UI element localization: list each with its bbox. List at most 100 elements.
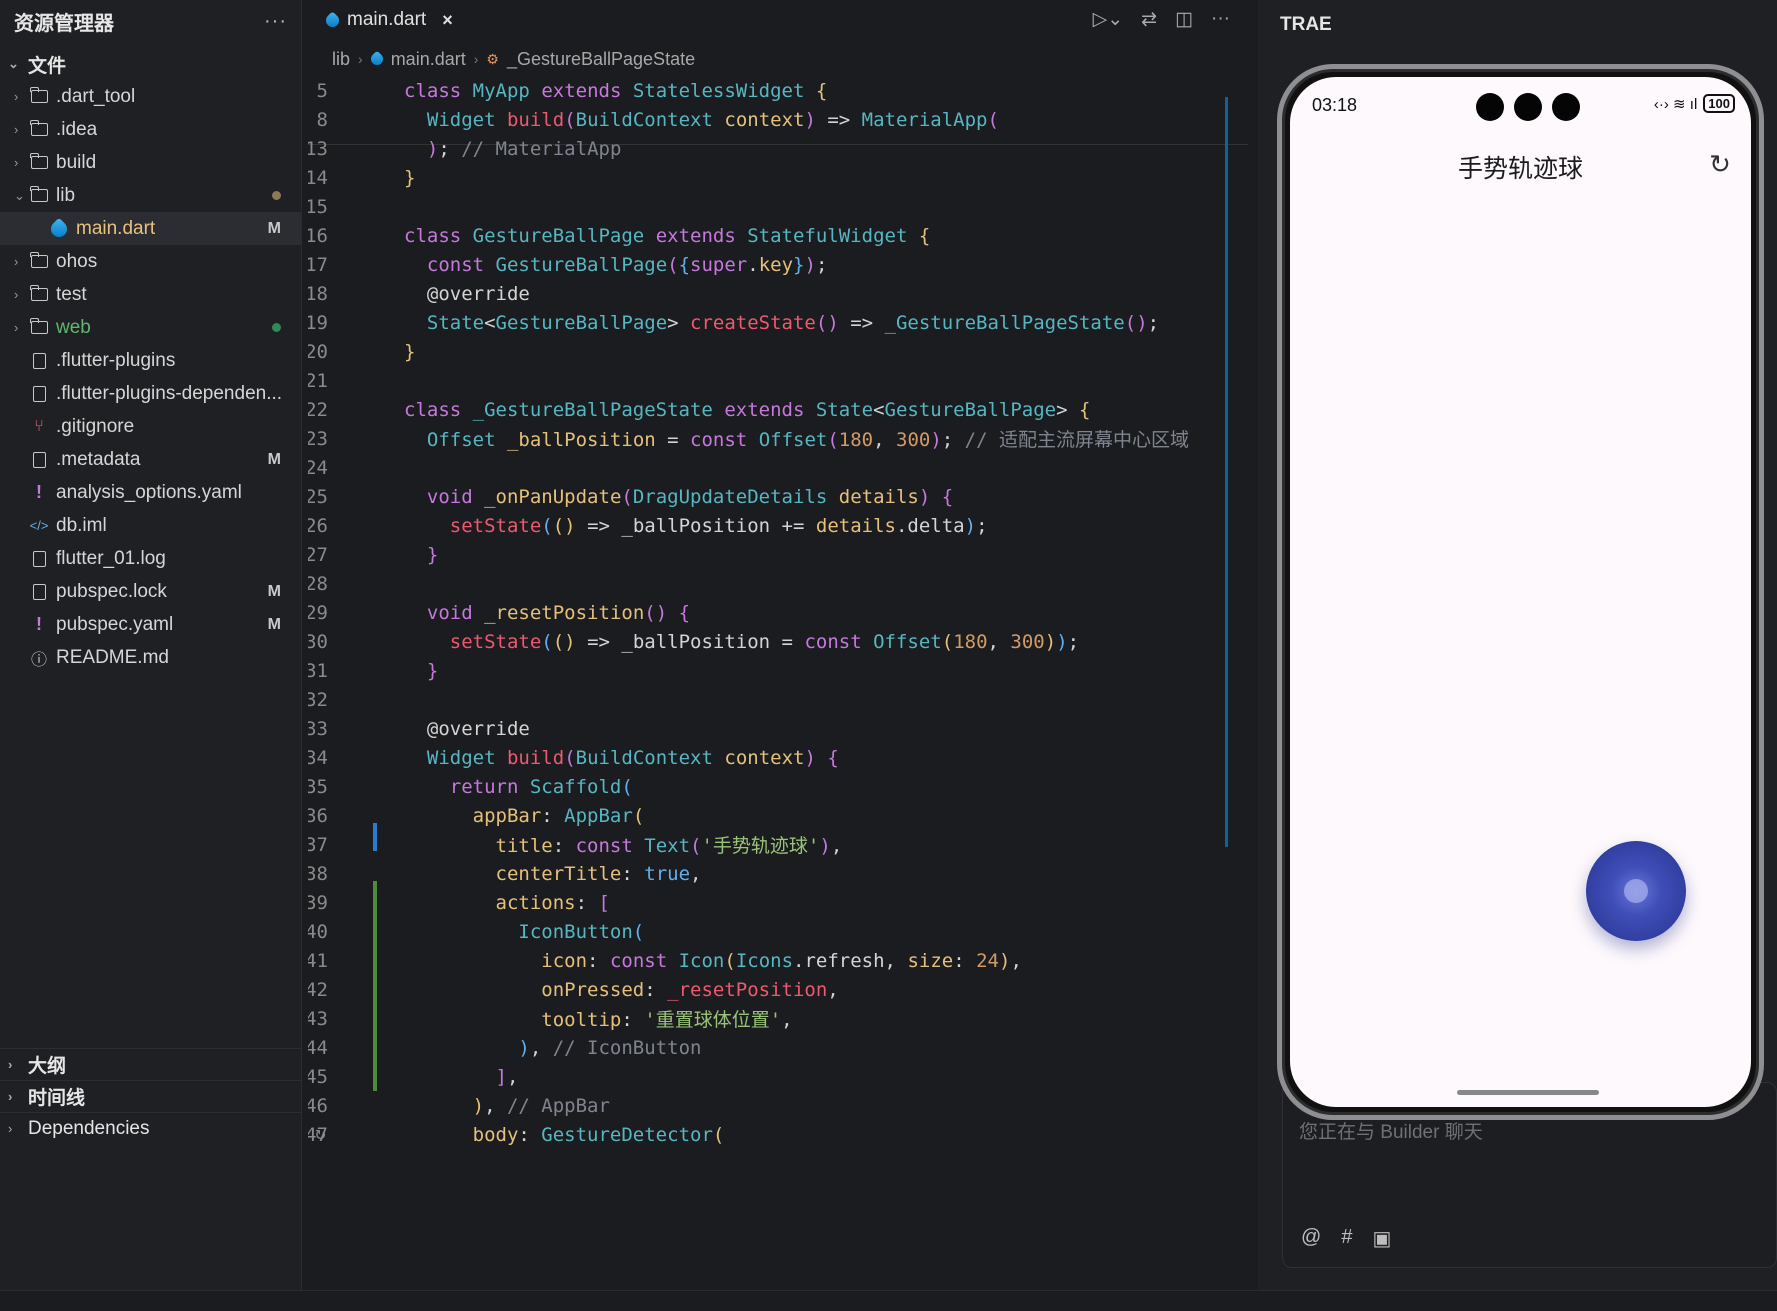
timeline-label: 时间线: [28, 1088, 86, 1109]
folder-icon: [29, 285, 48, 301]
code-text: ); // MaterialApp: [426, 137, 622, 160]
file-icon: [32, 451, 46, 468]
code-text: actions: [: [495, 891, 610, 914]
breadcrumb-lib[interactable]: lib: [332, 49, 350, 70]
breadcrumb-class[interactable]: _GestureBallPageState: [507, 49, 695, 70]
code-text: @override: [426, 282, 530, 305]
line-number: 18: [308, 282, 328, 305]
gesture-ball[interactable]: [1586, 841, 1686, 941]
line-number: 24: [308, 456, 328, 479]
line-number: 28: [308, 572, 328, 595]
tree-item-label: pubspec.lock: [56, 580, 167, 602]
run-icon[interactable]: ▷⌄: [1093, 8, 1124, 31]
vertical-scrollbar[interactable]: [1225, 97, 1228, 847]
camera-icon: [1552, 93, 1580, 121]
chat-toolbar: @ # ▣: [1301, 1226, 1391, 1251]
split-editor-icon[interactable]: ◫: [1175, 8, 1193, 31]
tree-item[interactable]: ⓘ README.md: [0, 641, 301, 674]
dependencies-section[interactable]: › Dependencies: [0, 1112, 301, 1144]
tree-item-label: .dart_tool: [56, 85, 136, 107]
tree-item[interactable]: flutter_01.log: [0, 542, 301, 575]
line-number: 13: [308, 137, 328, 160]
tree-item[interactable]: .metadata M: [0, 443, 301, 476]
tree-item[interactable]: › test: [0, 278, 301, 311]
line-number: 21: [308, 369, 328, 392]
tree-item[interactable]: pubspec.lock M: [0, 575, 301, 608]
tab-main-dart[interactable]: main.dart ×: [308, 0, 469, 42]
breadcrumb: lib › main.dart › ⚙ _GestureBallPageStat…: [308, 42, 1248, 76]
dart-file-icon: [47, 217, 71, 240]
line-number: 46: [308, 1094, 328, 1117]
chevron-right-icon: ›: [14, 254, 19, 269]
tree-item-label: lib: [56, 184, 76, 206]
chevron-down-icon: ⌄: [14, 187, 25, 203]
phone-screen[interactable]: 03:18 ‹·› ≋ ıl 100 手势轨迹球 ↻: [1290, 77, 1751, 1107]
tree-item[interactable]: ⑂ .gitignore: [0, 410, 301, 443]
outline-section[interactable]: › 大纲: [0, 1048, 301, 1080]
tree-item[interactable]: › ohos: [0, 245, 301, 278]
tree-item[interactable]: ⌄ lib: [0, 179, 301, 212]
panel-title: TRAE: [1280, 14, 1332, 35]
tree-item[interactable]: › .idea: [0, 113, 301, 146]
signal-icons: ‹·› ≋ ıl: [1653, 95, 1698, 113]
code-area[interactable]: 5 class MyApp extends StatelessWidget {8 …: [308, 83, 1248, 1290]
tree-item[interactable]: › build: [0, 146, 301, 179]
tree-item[interactable]: </> db.iml: [0, 509, 301, 542]
line-number: 44: [308, 1036, 328, 1059]
sidebar-bottom-sections: › 大纲 › 时间线 › Dependencies: [0, 1048, 301, 1144]
chevron-down-icon: ⌄: [8, 56, 19, 71]
tree-item[interactable]: ! analysis_options.yaml: [0, 476, 301, 509]
home-indicator[interactable]: [1457, 1090, 1599, 1095]
code-text: ), // AppBar: [472, 1094, 610, 1117]
close-icon[interactable]: ×: [442, 10, 453, 31]
files-section-label: 文件: [28, 55, 67, 77]
dart-file-icon: [323, 10, 342, 30]
mention-icon[interactable]: @: [1301, 1226, 1321, 1251]
hash-icon[interactable]: #: [1341, 1226, 1352, 1251]
code-text: void _resetPosition() {: [426, 601, 691, 624]
tree-item-label: .flutter-plugins: [56, 349, 176, 371]
app-title: 手势轨迹球: [1457, 155, 1583, 183]
line-number: 19: [308, 311, 328, 334]
status-bar: 03:18 ‹·› ≋ ıl 100: [1290, 77, 1751, 129]
status-time: 03:18: [1312, 95, 1358, 115]
tree-item[interactable]: .flutter-plugins: [0, 344, 301, 377]
folder-icon: [29, 120, 48, 136]
chevron-right-icon: ›: [14, 287, 19, 302]
image-icon[interactable]: ▣: [1372, 1226, 1391, 1251]
tree-item-label: ohos: [56, 250, 98, 272]
modified-badge: M: [267, 450, 281, 468]
tree-item[interactable]: › web: [0, 311, 301, 344]
tree-item[interactable]: ! pubspec.yaml M: [0, 608, 301, 641]
file-tree: › .dart_tool › .idea › build ⌄ lib main.dart M › oh…: [0, 80, 301, 674]
chevron-right-icon: ›: [14, 122, 19, 137]
editor-tabbar: main.dart × ▷⌄ ⇄ ◫ ···: [308, 0, 1248, 42]
breadcrumb-file[interactable]: main.dart: [391, 49, 466, 70]
folder-icon: [29, 252, 48, 268]
line-number: 43: [308, 1007, 328, 1030]
refresh-icon[interactable]: ↻: [1705, 149, 1735, 179]
more-actions-icon[interactable]: ···: [264, 10, 287, 33]
code-line[interactable]: 47 body: GestureDetector(: [308, 1118, 1208, 1151]
more-icon[interactable]: ···: [1211, 8, 1230, 31]
code-text: body: GestureDetector(: [472, 1123, 725, 1146]
code-text: Offset _ballPosition = const Offset(180,…: [426, 429, 1189, 451]
tree-item-label: analysis_options.yaml: [56, 481, 242, 503]
files-section-header[interactable]: ⌄ 文件: [0, 48, 301, 80]
source-control-icon[interactable]: ⇄: [1141, 8, 1157, 31]
tree-item-label: web: [56, 316, 91, 338]
tree-item-label: pubspec.yaml: [56, 613, 174, 635]
tree-item[interactable]: main.dart M: [0, 212, 301, 245]
tree-item[interactable]: .flutter-plugins-dependen...: [0, 377, 301, 410]
line-number: 39: [308, 891, 328, 914]
chevron-right-icon: ›: [358, 51, 363, 67]
timeline-section[interactable]: › 时间线: [0, 1080, 301, 1112]
tree-item[interactable]: › .dart_tool: [0, 80, 301, 113]
code-text: centerTitle: true,: [495, 862, 702, 885]
refresh-icon[interactable]: ↻: [315, 1123, 326, 1144]
line-number: 26: [308, 514, 328, 537]
tree-item-label: db.iml: [56, 514, 107, 536]
code-text: IconButton(: [518, 920, 645, 943]
chevron-right-icon: ›: [14, 155, 19, 170]
line-number: 22: [308, 398, 328, 421]
